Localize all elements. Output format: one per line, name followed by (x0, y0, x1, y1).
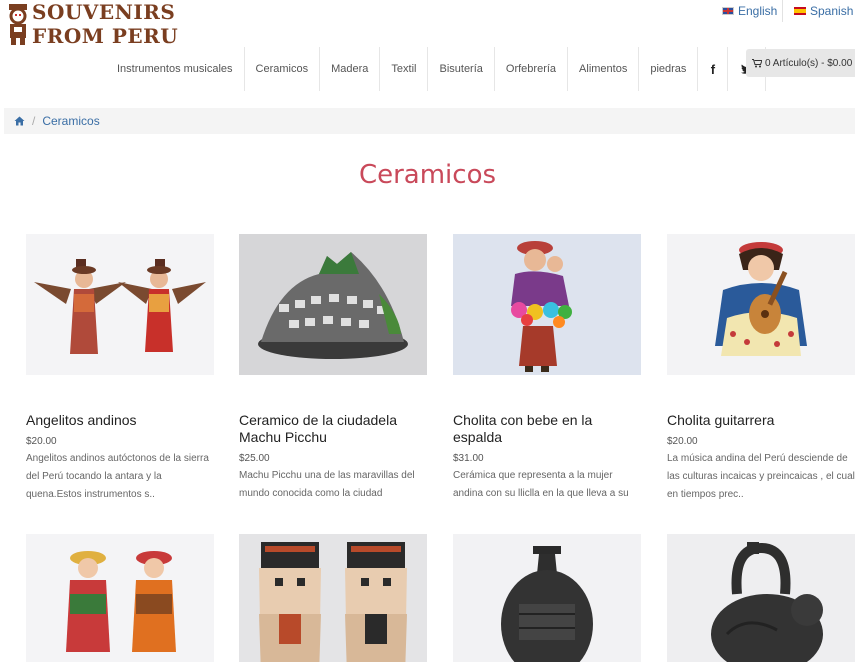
language-english[interactable]: English (722, 4, 777, 18)
product-card[interactable]: Angelitos andinos $20.00 Angelitos andin… (26, 234, 214, 505)
product-card[interactable] (667, 534, 855, 662)
inca-figures-image (239, 534, 427, 662)
cholita-with-baby-image (453, 234, 641, 375)
product-name[interactable]: Angelitos andinos (26, 412, 214, 429)
product-description: La música andina del Perú desciende de l… (667, 453, 855, 500)
language-spanish[interactable]: Spanish (794, 4, 853, 18)
page-title: Ceramicos (358, 160, 497, 190)
product-image[interactable] (667, 234, 855, 375)
nav-item-instrumentos[interactable]: Instrumentos musicales (106, 47, 245, 91)
product-price: $20.00 (26, 436, 57, 447)
product-card[interactable]: Cholita guitarrera $20.00 La música andi… (667, 234, 855, 505)
black-vase-image (453, 534, 641, 662)
brand-logo[interactable]: SOUVENIRS FROM PERU (4, 0, 178, 50)
uk-flag-icon (722, 7, 734, 15)
product-name[interactable]: Cholita guitarrera (667, 412, 855, 429)
nav-item-textil[interactable]: Textil (380, 47, 429, 91)
product-image[interactable] (26, 534, 214, 662)
nav-item-orfebreria[interactable]: Orfebrería (495, 47, 569, 91)
breadcrumb-separator: / (32, 114, 36, 128)
product-card[interactable]: Ceramico de la ciudadela Machu Picchu $2… (239, 234, 427, 522)
product-price: $25.00 (239, 453, 270, 464)
product-card[interactable] (26, 534, 214, 662)
product-description: Machu Picchu una de las maravillas del m… (239, 470, 415, 499)
product-image[interactable] (453, 234, 641, 375)
language-spanish-label: Spanish (810, 4, 854, 18)
product-image[interactable] (239, 534, 427, 662)
product-card[interactable]: Cholita con bebe en la espalda $31.00 Ce… (453, 234, 641, 522)
angel-figurines-image (26, 234, 214, 375)
cart-icon (752, 58, 762, 67)
cholita-guitar-image (667, 234, 855, 375)
nav-item-ceramicos[interactable]: Ceramicos (245, 47, 321, 91)
language-english-label: English (738, 4, 778, 18)
cart-label: 0 Artículo(s) - $0.00 (765, 57, 853, 69)
brand-line-2: FROM PERU (32, 24, 179, 48)
home-icon[interactable] (14, 116, 25, 126)
brand-line-1: SOUVENIRS (32, 0, 176, 24)
product-card[interactable] (239, 534, 427, 662)
product-card[interactable] (453, 534, 641, 662)
cholita-pair-image (26, 534, 214, 662)
machu-picchu-ceramic-image (239, 234, 427, 375)
nav-item-piedras[interactable]: piedras (639, 47, 699, 91)
product-price: $31.00 (453, 453, 484, 464)
main-nav: Instrumentos musicales Ceramicos Madera … (106, 47, 767, 91)
breadcrumb-current[interactable]: Ceramicos (42, 114, 99, 128)
product-image[interactable] (239, 234, 427, 375)
product-description: Angelitos andinos autóctonos de la sierr… (26, 453, 209, 500)
tumi-figure-icon (9, 4, 27, 45)
nav-item-madera[interactable]: Madera (320, 47, 381, 91)
product-description: Cerámica que representa a la mujer andin… (453, 470, 629, 499)
product-image[interactable] (667, 534, 855, 662)
product-image[interactable] (453, 534, 641, 662)
product-name[interactable]: Ceramico de la ciudadela Machu Picchu (239, 412, 427, 446)
es-flag-icon (794, 7, 806, 15)
product-name[interactable]: Cholita con bebe en la espalda (453, 412, 641, 446)
cart-button[interactable]: 0 Artículo(s) - $0.00 (746, 49, 855, 77)
language-divider (782, 0, 783, 22)
nav-item-bisuteria[interactable]: Bisutería (428, 47, 495, 91)
nav-item-alimentos[interactable]: Alimentos (568, 47, 640, 91)
product-image[interactable] (26, 234, 214, 375)
stirrup-vessel-image (667, 534, 855, 662)
facebook-icon[interactable]: f (698, 47, 729, 91)
breadcrumb: / Ceramicos (4, 108, 855, 134)
product-price: $20.00 (667, 436, 698, 447)
